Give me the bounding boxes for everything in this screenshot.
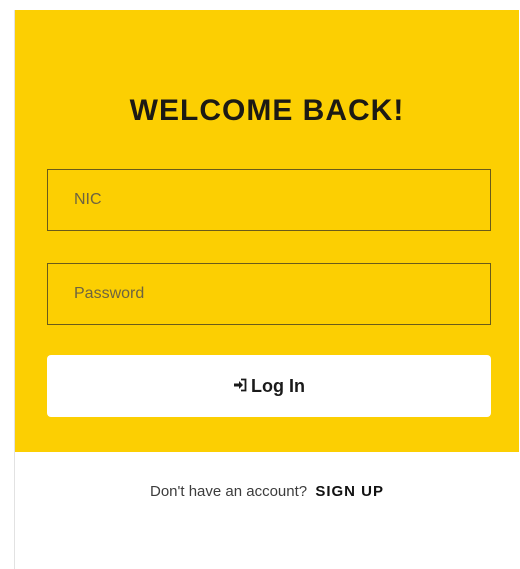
login-button[interactable]: Log In (47, 355, 491, 417)
login-card: WELCOME BACK! Log In Don't have an accou… (14, 10, 519, 569)
nic-input[interactable] (47, 169, 491, 231)
sign-in-icon (233, 378, 247, 394)
signup-footer: Don't have an account? SIGN UP (15, 483, 519, 500)
signup-link[interactable]: SIGN UP (315, 483, 384, 500)
signup-prompt: Don't have an account? (149, 483, 308, 500)
password-input[interactable] (47, 263, 491, 325)
login-button-label: Log In (251, 375, 305, 396)
page-title: WELCOME BACK! (129, 94, 405, 127)
login-panel: WELCOME BACK! Log In (15, 10, 519, 452)
